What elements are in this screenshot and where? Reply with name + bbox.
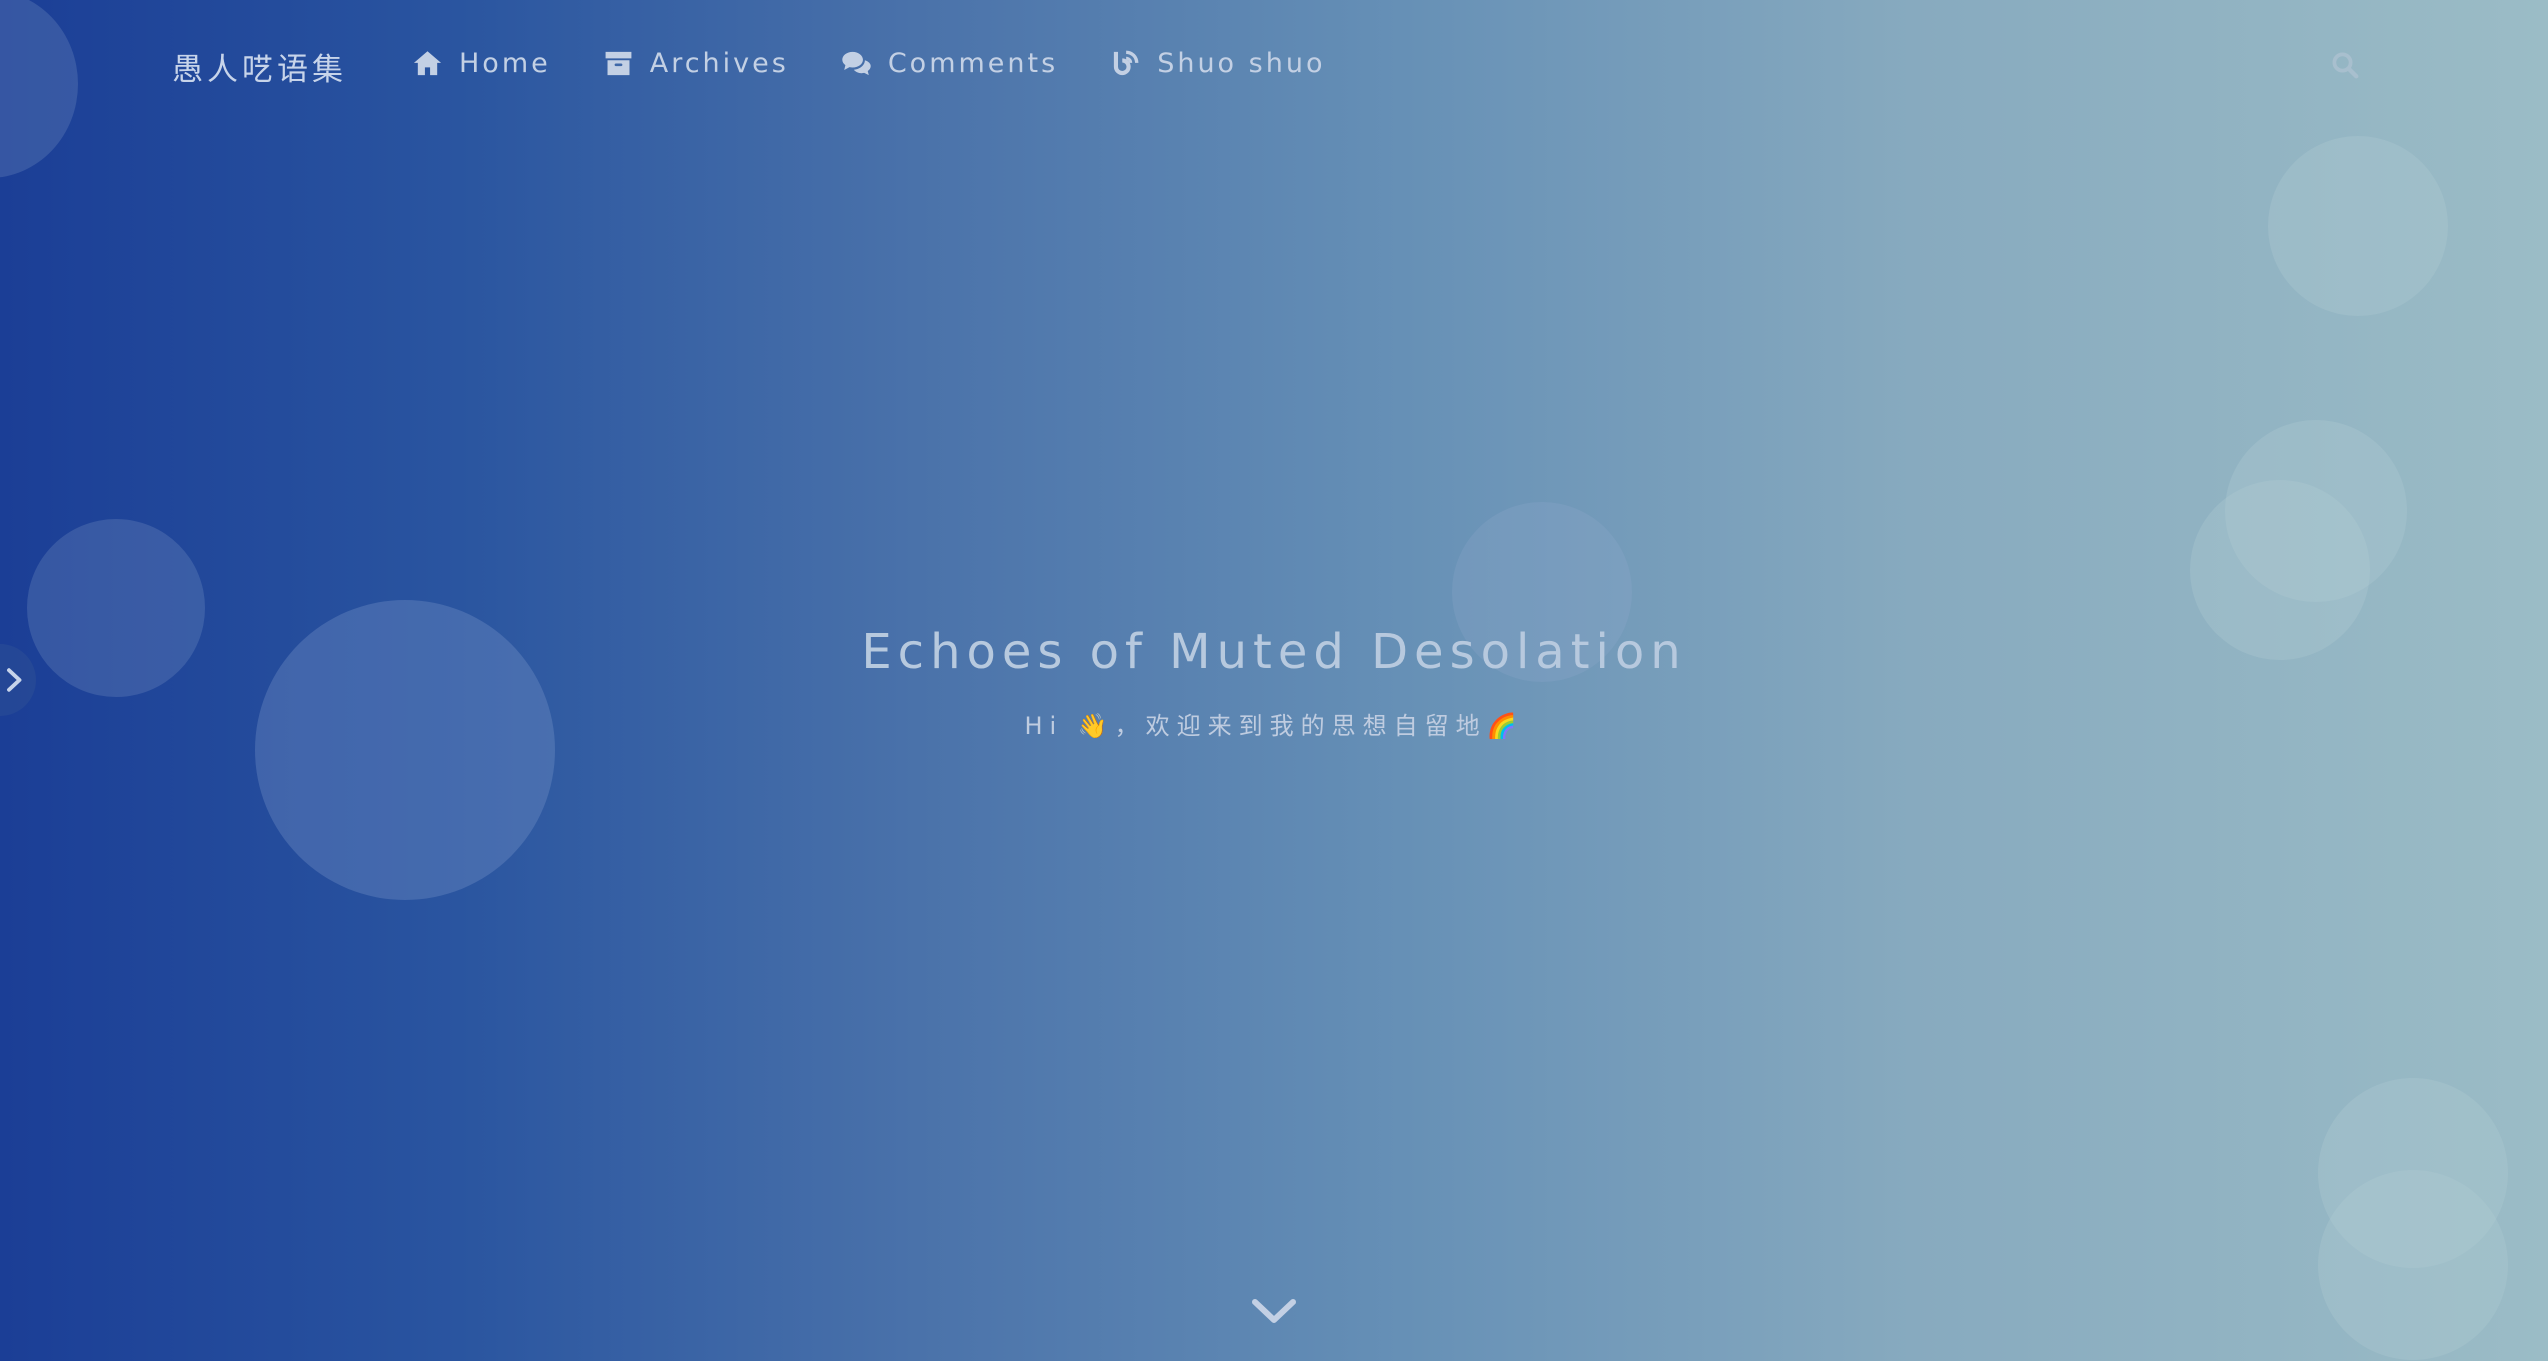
- comments-icon: [842, 51, 871, 76]
- chevron-down-icon[interactable]: [1250, 1294, 1298, 1328]
- nav-item-archives[interactable]: Archives: [603, 48, 789, 79]
- top-navigation-bar: 愚人呓语集 Home Archives Comments Shuo shuo: [0, 0, 2548, 134]
- main-nav: Home Archives Comments Shuo shuo: [412, 48, 1325, 79]
- hero-subtitle: Hi 👋，欢迎来到我的思想自留地🌈: [1024, 712, 1524, 740]
- nav-item-home[interactable]: Home: [412, 48, 551, 79]
- nav-label-archives: Archives: [649, 48, 789, 79]
- background-bubble: [2318, 1170, 2508, 1360]
- archive-icon: [605, 51, 632, 76]
- nav-label-comments: Comments: [887, 48, 1059, 79]
- nav-label-home: Home: [459, 48, 551, 79]
- nav-label-shuo-shuo: Shuo shuo: [1157, 48, 1326, 79]
- hero-section: Echoes of Muted Desolation Hi 👋，欢迎来到我的思想…: [0, 624, 2548, 741]
- background-bubble: [2225, 420, 2407, 602]
- search-icon[interactable]: [2330, 50, 2360, 80]
- background-bubble: [2268, 136, 2448, 316]
- blog-icon: [1114, 50, 1139, 76]
- site-title[interactable]: 愚人呓语集: [172, 44, 347, 89]
- nav-item-comments[interactable]: Comments: [841, 48, 1058, 79]
- home-icon: [413, 51, 442, 76]
- hero-title: Echoes of Muted Desolation: [861, 624, 1687, 680]
- nav-item-shuo-shuo[interactable]: Shuo shuo: [1110, 48, 1325, 79]
